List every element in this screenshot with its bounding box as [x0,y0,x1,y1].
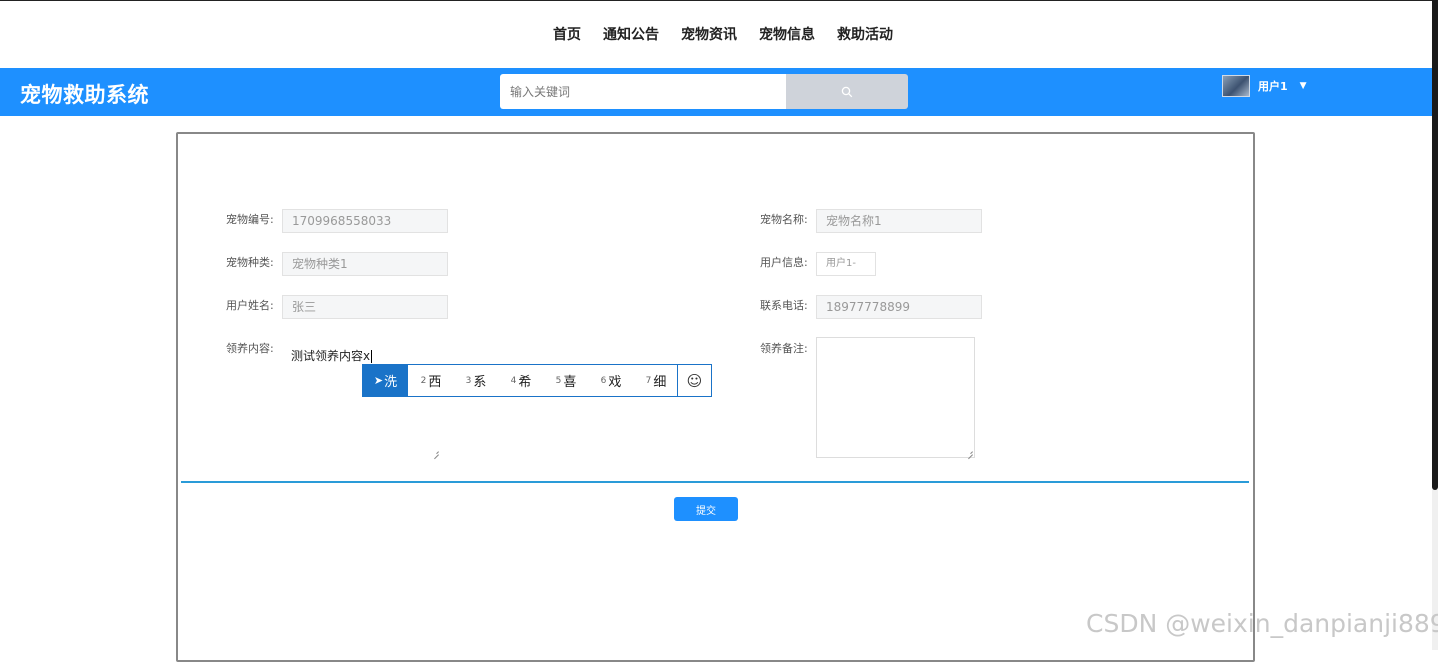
adopt-content-label: 领养内容: [226,342,274,355]
pet-type-label: 宠物种类: [226,256,274,269]
adopt-note-label: 领养备注: [760,342,808,355]
ime-candidate-2[interactable]: 2西 [408,365,454,396]
user-name: 用户1 [1258,80,1288,93]
adopt-note-textarea[interactable] [816,337,975,458]
ime-candidate-bar: ➤ 洗 2西 3系 4希 5喜 6戏 7细 ☺ [362,364,712,397]
nav-link-notices[interactable]: 通知公告 [592,25,670,45]
submit-button[interactable]: 提交 [674,497,738,521]
user-info-label: 用户信息: [760,256,808,269]
chevron-down-icon: ▼ [1299,81,1307,91]
phone-field[interactable]: 18977778899 [816,295,982,319]
user-fullname-label: 用户姓名: [226,299,274,312]
ime-candidate-3[interactable]: 3系 [454,365,498,396]
ime-candidate-6[interactable]: 6戏 [588,365,634,396]
adopt-content-text: 测试领养内容x [291,349,373,363]
resize-handle-icon[interactable] [432,448,440,456]
phone-label: 联系电话: [760,299,808,312]
form-divider [181,481,1249,483]
nav-link-home[interactable]: 首页 [542,25,592,45]
ime-candidate-1[interactable]: ➤ 洗 [363,365,408,396]
avatar [1222,75,1250,97]
ime-candidate-4[interactable]: 4希 [498,365,544,396]
smiley-icon[interactable]: ☺ [677,365,711,396]
ime-candidate-5[interactable]: 5喜 [544,365,588,396]
search-icon [841,86,853,97]
user-info-select[interactable]: 用户1- [816,252,876,276]
scrollbar-thumb[interactable] [1432,0,1438,490]
pet-name-field[interactable]: 宠物名称1 [816,209,982,233]
watermark: CSDN @weixin_danpianji889 [1086,609,1438,638]
top-nav-links: 首页 通知公告 宠物资讯 宠物信息 救助活动 [542,25,904,45]
page-scrollbar[interactable] [1432,0,1438,650]
user-menu[interactable]: 用户1 ▼ [1222,74,1307,98]
nav-link-pet-news[interactable]: 宠物资讯 [670,25,748,45]
nav-link-rescue-activities[interactable]: 救助活动 [826,25,904,45]
header-bar: 宠物救助系统 用户1 ▼ [0,68,1432,116]
mouse-pointer-icon: ➤ [373,374,384,387]
resize-handle-icon[interactable] [966,448,974,456]
search-button[interactable] [786,74,908,109]
pet-id-label: 宠物编号: [226,213,274,226]
brand-title: 宠物救助系统 [20,83,149,107]
top-nav: 首页 通知公告 宠物资讯 宠物信息 救助活动 [0,0,1438,68]
pet-name-label: 宠物名称: [760,213,808,226]
pet-id-field[interactable]: 1709968558033 [282,209,448,233]
search-box [500,74,908,109]
search-input[interactable] [500,74,786,109]
ime-candidate-7[interactable]: 7细 [634,365,678,396]
pet-type-field[interactable]: 宠物种类1 [282,252,448,276]
nav-link-pet-info[interactable]: 宠物信息 [748,25,826,45]
user-fullname-field[interactable]: 张三 [282,295,448,319]
